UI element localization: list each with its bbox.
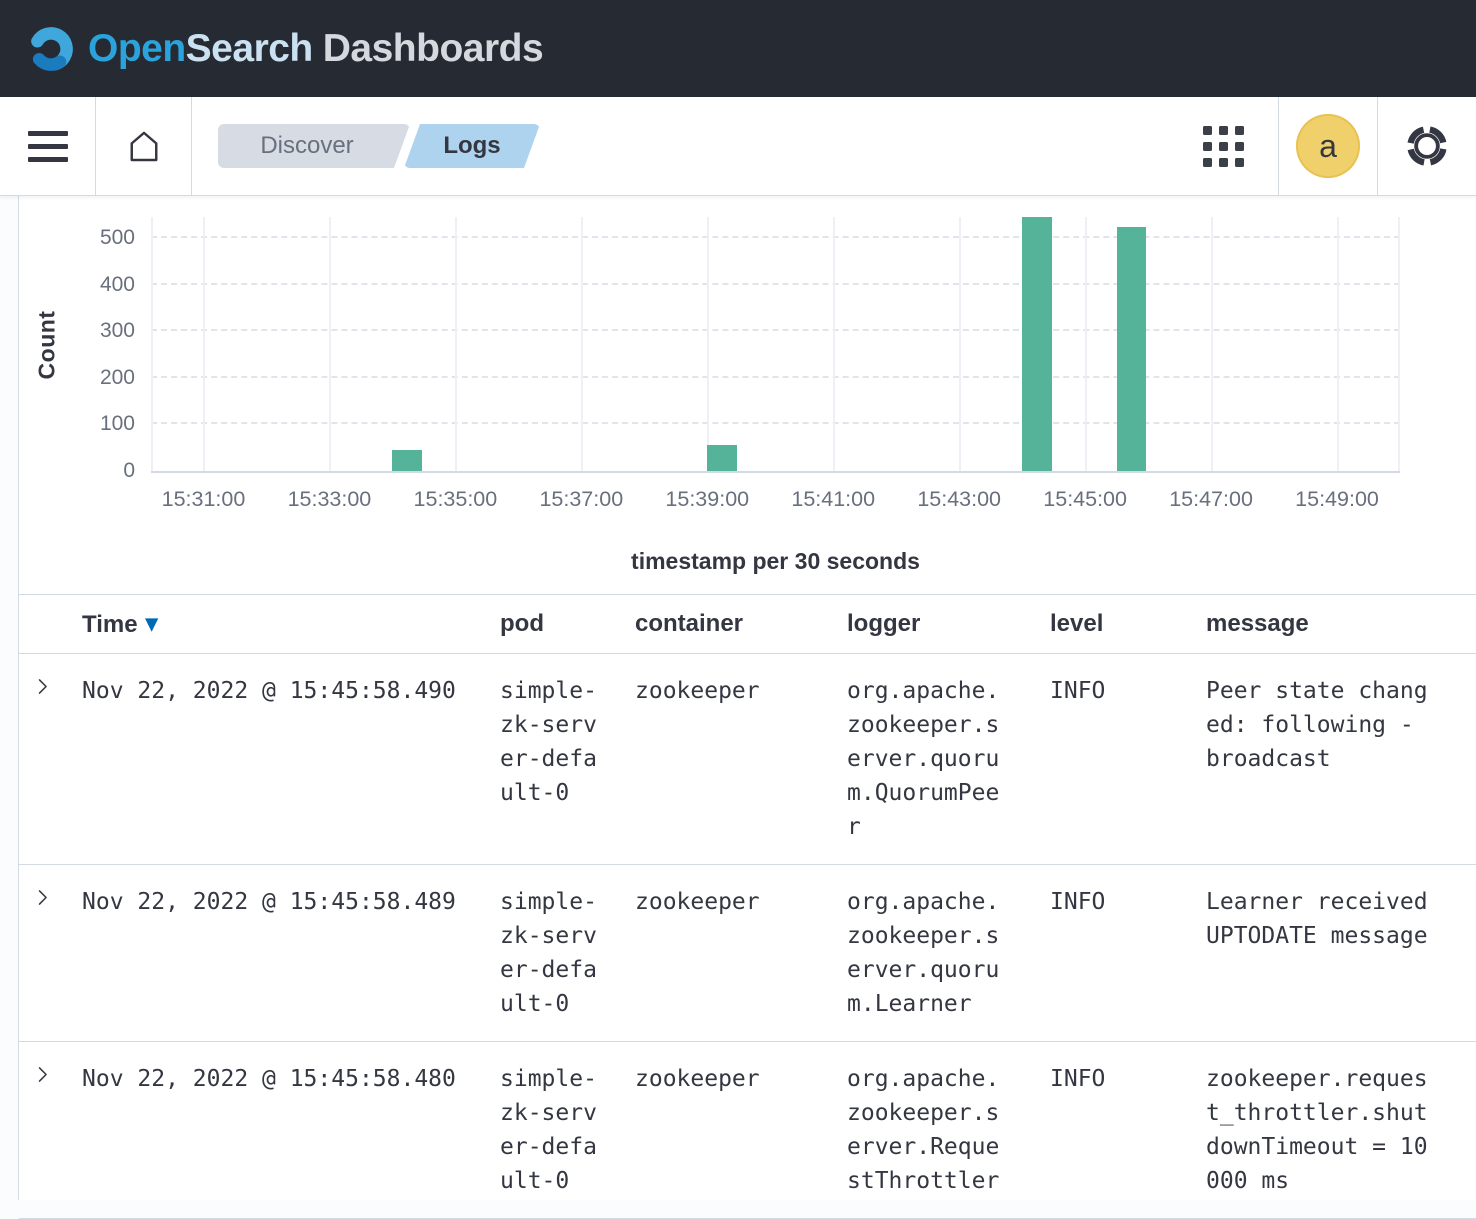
column-header-time-label: Time xyxy=(82,611,138,638)
x-tick-label: 15:45:00 xyxy=(1043,487,1127,512)
cell-container: zookeeper xyxy=(635,1062,847,1096)
cell-message: zookeeper.request_throttler.shutdownTime… xyxy=(1206,1062,1431,1198)
breadcrumb: Discover Logs xyxy=(218,97,540,195)
y-axis-title: Count xyxy=(34,311,61,380)
breadcrumb-discover[interactable]: Discover xyxy=(218,124,410,168)
x-tick-label: 15:33:00 xyxy=(288,487,372,512)
cell-logger: org.apache.zookeeper.server.RequestThrot… xyxy=(847,1062,1002,1198)
histogram-panel: Count 010020030040050015:31:0015:33:0015… xyxy=(19,196,1476,586)
histogram-bar[interactable] xyxy=(1022,217,1051,471)
avatar: a xyxy=(1296,114,1360,178)
plot-right-edge xyxy=(1398,217,1400,471)
x-tick-label: 15:35:00 xyxy=(414,487,498,512)
x-tick-label: 15:47:00 xyxy=(1169,487,1253,512)
y-tick-label: 400 xyxy=(100,273,135,297)
x-axis-title: timestamp per 30 seconds xyxy=(151,548,1400,575)
cell-time: Nov 22, 2022 @ 15:45:58.480 xyxy=(82,1062,500,1096)
expand-row-button[interactable] xyxy=(33,1065,52,1084)
cell-container: zookeeper xyxy=(635,674,847,708)
x-tick-label: 15:39:00 xyxy=(665,487,749,512)
apps-menu-button[interactable] xyxy=(1168,97,1278,195)
cell-pod: simple-zk-server-default-0 xyxy=(500,1062,600,1198)
expander-cell xyxy=(19,1062,82,1089)
cell-level: INFO xyxy=(1050,885,1206,919)
table-row: Nov 22, 2022 @ 15:45:58.490 simple-zk-se… xyxy=(19,654,1476,865)
x-gridline xyxy=(1085,217,1087,471)
opensearch-logo: OpenSearchDashboards xyxy=(26,24,543,74)
cell-pod: simple-zk-server-default-0 xyxy=(500,674,600,810)
column-header-level[interactable]: level xyxy=(1050,610,1206,638)
histogram-bar[interactable] xyxy=(707,445,736,471)
column-header-logger[interactable]: logger xyxy=(847,610,1050,638)
table-row: Nov 22, 2022 @ 15:45:58.489 simple-zk-se… xyxy=(19,865,1476,1042)
hamburger-icon xyxy=(28,131,68,162)
x-tick-label: 15:43:00 xyxy=(917,487,1001,512)
cell-level: INFO xyxy=(1050,1062,1206,1096)
x-gridline xyxy=(455,217,457,471)
cell-pod: simple-zk-server-default-0 xyxy=(500,885,600,1021)
y-tick-label: 0 xyxy=(123,459,135,483)
histogram-bar[interactable] xyxy=(392,450,421,471)
nav-divider xyxy=(191,97,192,195)
histogram-bar[interactable] xyxy=(1117,227,1146,471)
cell-logger: org.apache.zookeeper.server.quorum.Quoru… xyxy=(847,674,1002,844)
y-tick-label: 300 xyxy=(100,319,135,343)
x-tick-label: 15:31:00 xyxy=(162,487,246,512)
opensearch-logo-icon xyxy=(26,24,76,74)
x-gridline xyxy=(959,217,961,471)
app-banner: OpenSearchDashboards xyxy=(0,0,1476,97)
log-table: Time ▾ pod container logger level message… xyxy=(19,594,1476,1219)
column-header-time[interactable]: Time ▾ xyxy=(82,609,500,639)
cell-message: Learner received UPTODATE message xyxy=(1206,885,1431,953)
menu-button[interactable] xyxy=(0,97,95,195)
expander-cell xyxy=(19,674,82,701)
home-button[interactable] xyxy=(96,97,191,195)
expand-row-button[interactable] xyxy=(33,677,52,696)
home-icon xyxy=(123,125,165,167)
plot-left-edge xyxy=(151,217,153,471)
cell-logger: org.apache.zookeeper.server.quorum.Learn… xyxy=(847,885,1002,1021)
y-tick-label: 500 xyxy=(100,226,135,250)
x-gridline xyxy=(707,217,709,471)
user-menu-button[interactable]: a xyxy=(1279,97,1377,195)
y-tick-label: 100 xyxy=(100,412,135,436)
x-tick-label: 15:49:00 xyxy=(1295,487,1379,512)
app-title: OpenSearchDashboards xyxy=(88,27,543,71)
column-header-pod[interactable]: pod xyxy=(500,610,635,638)
cell-container: zookeeper xyxy=(635,885,847,919)
cell-level: INFO xyxy=(1050,674,1206,708)
histogram-plot[interactable]: 010020030040050015:31:0015:33:0015:35:00… xyxy=(151,217,1400,473)
log-table-body: Nov 22, 2022 @ 15:45:58.490 simple-zk-se… xyxy=(19,654,1476,1219)
x-tick-label: 15:37:00 xyxy=(539,487,623,512)
table-row: Nov 22, 2022 @ 15:45:58.480 simple-zk-se… xyxy=(19,1042,1476,1219)
top-navbar: Discover Logs a xyxy=(0,97,1476,196)
expand-row-button[interactable] xyxy=(33,888,52,907)
grid-icon xyxy=(1203,126,1244,167)
expander-cell xyxy=(19,885,82,912)
sort-desc-icon: ▾ xyxy=(146,610,158,637)
column-header-container[interactable]: container xyxy=(635,610,847,638)
cell-time: Nov 22, 2022 @ 15:45:58.489 xyxy=(82,885,500,919)
x-gridline xyxy=(581,217,583,471)
help-button[interactable] xyxy=(1378,97,1476,195)
column-header-message[interactable]: message xyxy=(1206,610,1476,638)
x-gridline xyxy=(203,217,205,471)
life-ring-icon xyxy=(1404,123,1450,169)
cell-message: Peer state changed: following - broadcas… xyxy=(1206,674,1431,776)
x-gridline xyxy=(1337,217,1339,471)
discover-panel: Count 010020030040050015:31:0015:33:0015… xyxy=(18,196,1476,1200)
x-gridline xyxy=(1211,217,1213,471)
y-tick-label: 200 xyxy=(100,366,135,390)
cell-time: Nov 22, 2022 @ 15:45:58.490 xyxy=(82,674,500,708)
x-tick-label: 15:41:00 xyxy=(791,487,875,512)
breadcrumb-logs[interactable]: Logs xyxy=(404,124,540,168)
x-gridline xyxy=(833,217,835,471)
x-gridline xyxy=(329,217,331,471)
table-header-row: Time ▾ pod container logger level message xyxy=(19,594,1476,654)
navbar-spacer xyxy=(540,97,1168,195)
